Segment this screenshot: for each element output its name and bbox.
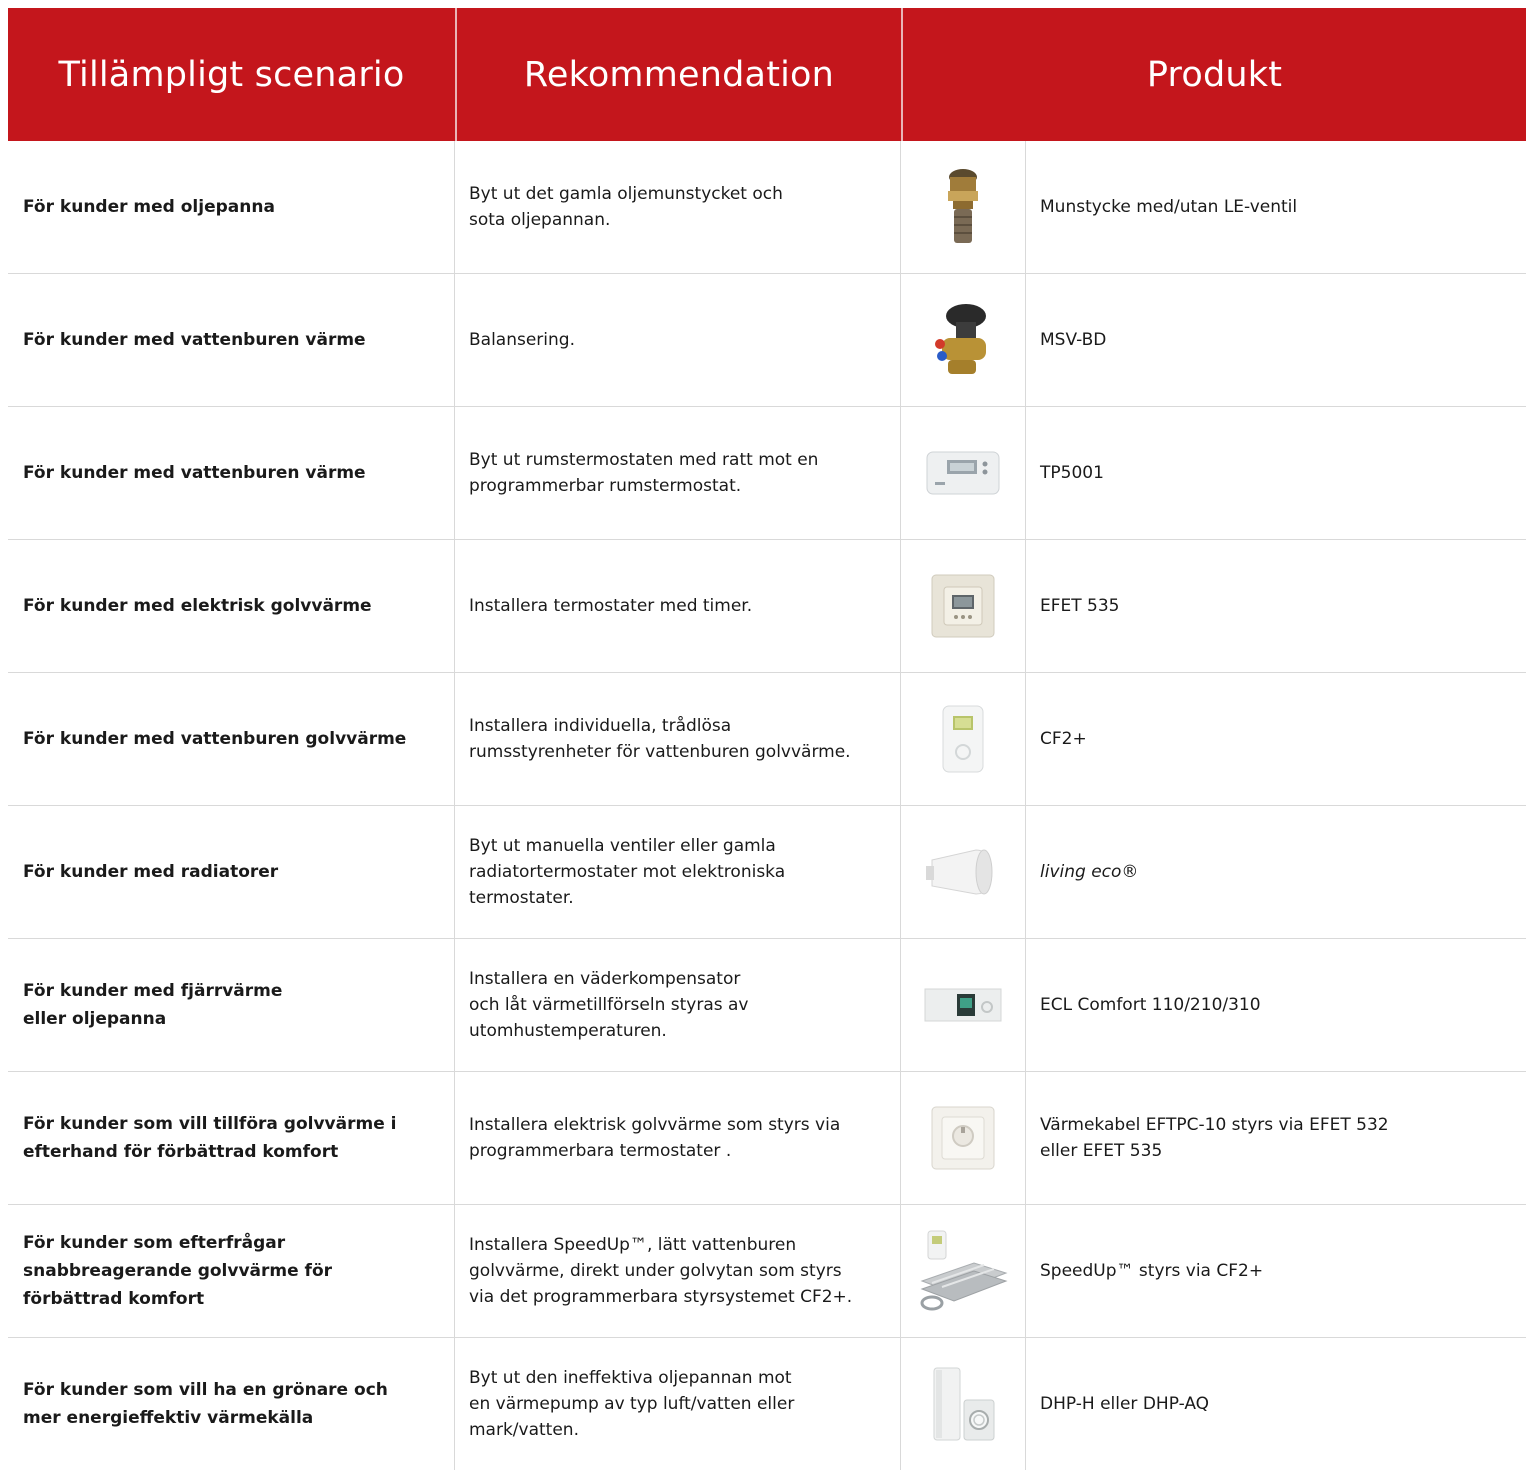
header-product: Produkt [1146, 54, 1283, 95]
recommendation-text: Byt ut det gamla oljemunstycket och sota… [455, 141, 901, 273]
scenario-text: För kunder som efterfrågar snabbreageran… [23, 1233, 333, 1309]
recommendation-text: Byt ut rumstermostaten med ratt mot en p… [455, 407, 901, 539]
header-recommendation: Rekommendation [457, 8, 903, 141]
recommendation-text: Byt ut manuella ventiler eller gamla rad… [455, 806, 901, 938]
product-name: Värmekabel EFTPC-10 styrs via EFET 532 e… [1040, 1115, 1389, 1161]
table-row: För kunder med oljepanna Byt ut det gaml… [8, 141, 1526, 274]
product-table: Tillämpligt scenario Rekommendation Prod… [8, 8, 1526, 1470]
scenario-text: För kunder med elektrisk golvvärme [23, 596, 372, 616]
header-scenario: Tillämpligt scenario [8, 8, 457, 141]
wireless-controller-icon [942, 705, 984, 773]
scenario-text: För kunder med vattenburen värme [23, 330, 366, 350]
table-row: För kunder med vattenburen golvvärme Ins… [8, 673, 1526, 806]
recommendation-text: Installera individuella, trådlösa rumsst… [455, 673, 901, 805]
scenario-text: För kunder med vattenburen golvvärme [23, 729, 407, 749]
scenario-text: För kunder med vattenburen värme [23, 463, 366, 483]
table-row: För kunder med vattenburen värme Byt ut … [8, 407, 1526, 540]
table-row: För kunder med elektrisk golvvärme Insta… [8, 540, 1526, 673]
table-header: Tillämpligt scenario Rekommendation Prod… [8, 8, 1526, 141]
table-row: För kunder som efterfrågar snabbreageran… [8, 1205, 1526, 1338]
scenario-text: För kunder med fjärrvärme eller oljepann… [23, 981, 283, 1029]
product-name: TP5001 [1040, 463, 1104, 483]
scenario-text: För kunder som vill ha en grönare och me… [23, 1380, 388, 1428]
product-name: CF2+ [1040, 729, 1087, 749]
product-name: Munstycke med/utan LE-ventil [1040, 197, 1298, 217]
table-row: För kunder med radiatorer Byt ut manuell… [8, 806, 1526, 939]
recommendation-text: Installera termostater med timer. [455, 540, 901, 672]
dial-thermostat-icon [931, 1106, 995, 1170]
table-row: För kunder som vill ha en grönare och me… [8, 1338, 1526, 1470]
product-name: DHP-H eller DHP-AQ [1040, 1394, 1210, 1414]
recommendation-text: Byt ut den ineffektiva oljepannan mot en… [455, 1338, 901, 1470]
product-name: EFET 535 [1040, 596, 1120, 616]
recommendation-text: Installera en väderkompensator och låt v… [455, 939, 901, 1071]
product-name: ECL Comfort 110/210/310 [1040, 995, 1261, 1015]
scenario-text: För kunder som vill tillföra golvvärme i… [23, 1114, 397, 1162]
table-row: För kunder med vattenburen värme Balanse… [8, 274, 1526, 407]
heat-pump-icon [933, 1367, 995, 1441]
balancing-valve-icon [935, 304, 986, 374]
radiator-thermostat-icon [926, 849, 993, 895]
recommendation-text: Installera SpeedUp™, lätt vattenburen go… [455, 1205, 901, 1337]
recommendation-text: Balansering. [455, 274, 901, 406]
floor-thermostat-icon [931, 574, 995, 638]
product-name: living eco® [1040, 862, 1139, 882]
scenario-text: För kunder med oljepanna [23, 197, 275, 217]
floor-panel-icon [920, 1230, 1008, 1311]
table-row: För kunder som vill tillföra golvvärme i… [8, 1072, 1526, 1205]
weather-compensator-icon [924, 988, 1002, 1022]
recommendation-text: Installera elektrisk golvvärme som styrs… [455, 1072, 901, 1204]
product-name: SpeedUp™ styrs via CF2+ [1040, 1261, 1264, 1281]
nozzle-icon [948, 169, 978, 243]
room-thermostat-icon [926, 451, 1000, 495]
table-row: För kunder med fjärrvärme eller oljepann… [8, 939, 1526, 1072]
product-name: MSV-BD [1040, 330, 1107, 350]
scenario-text: För kunder med radiatorer [23, 862, 279, 882]
